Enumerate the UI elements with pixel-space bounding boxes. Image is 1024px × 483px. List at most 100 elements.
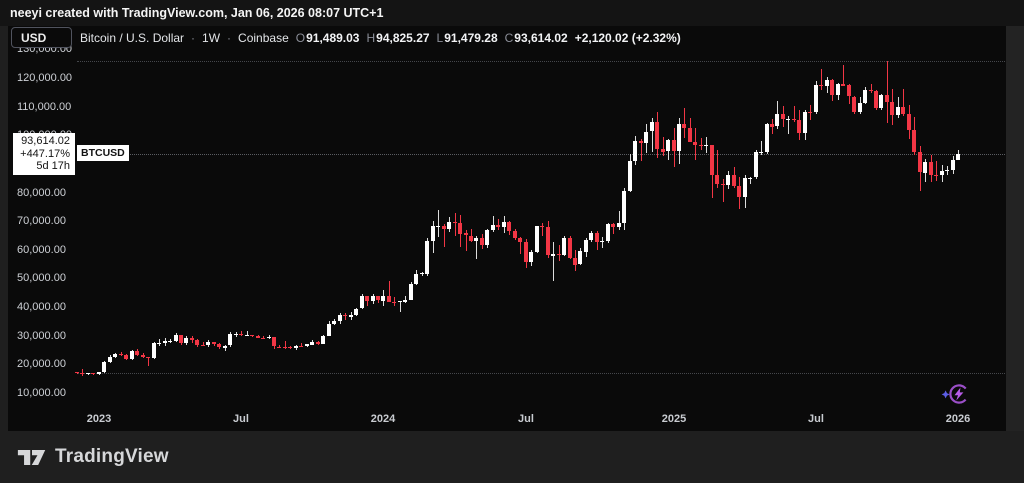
candle-body (879, 95, 883, 108)
candle-body (113, 354, 117, 357)
candle-body (518, 238, 522, 242)
candle-body (146, 357, 150, 358)
candle-body (409, 284, 413, 300)
candle-body (666, 140, 670, 151)
candle-body (343, 315, 347, 316)
ohlc-open: O 91,489.03 (295, 31, 360, 45)
candle-body (940, 171, 944, 175)
candle-body (737, 186, 741, 197)
tradingview-snapshot: neeyi created with TradingView.com, Jan … (0, 0, 1024, 483)
candle-wick (619, 211, 620, 230)
candle-body (748, 178, 752, 179)
separator: · (191, 31, 196, 45)
candle-body (589, 233, 593, 240)
candle-body (485, 230, 489, 245)
interval-label[interactable]: 1W (202, 31, 220, 45)
candle-body (228, 334, 232, 345)
price-axis-label: 30,000.00 (17, 330, 66, 342)
candle-wick (871, 84, 872, 93)
candle-body (535, 226, 539, 252)
candle-body (206, 342, 210, 345)
candle-body (672, 140, 676, 151)
candle-body (578, 251, 582, 264)
candle-body (234, 334, 238, 335)
tradingview-logo[interactable]: TradingView (17, 446, 169, 468)
candle-body (841, 84, 845, 86)
candle-body (75, 372, 79, 373)
candle-wick (843, 65, 844, 86)
candle-body (387, 296, 391, 302)
currency-unit-button[interactable]: USD (11, 27, 72, 48)
candle-body (584, 240, 588, 252)
candle-wick (936, 161, 937, 181)
candle-body (836, 84, 840, 95)
candle-body (907, 114, 911, 130)
candle-wick (455, 213, 456, 236)
replay-boost-icon[interactable] (941, 382, 971, 407)
candle-body (896, 107, 900, 115)
candle-body (80, 373, 84, 374)
candle-body (403, 300, 407, 302)
price-axis-label: 60,000.00 (17, 244, 66, 256)
candle-body (732, 175, 736, 186)
symbol-description[interactable]: Bitcoin / U.S. Dollar (80, 31, 184, 45)
time-axis-label: Jul (808, 413, 824, 425)
candle-body (551, 254, 555, 256)
candle-body (420, 273, 424, 274)
candle-body (754, 152, 758, 177)
candle-wick (438, 210, 439, 237)
candle-body (699, 145, 703, 146)
candle-body (464, 233, 468, 235)
price-line-current-price (77, 154, 1005, 155)
candle-wick (559, 245, 560, 261)
price-line-baseline (77, 373, 1005, 374)
candle-body (775, 114, 779, 126)
candle-body (945, 170, 949, 171)
separator: · (227, 31, 232, 45)
candle-body (825, 80, 829, 86)
candle-body (814, 85, 818, 112)
exchange-label: Coinbase (238, 31, 289, 45)
candle-body (425, 241, 429, 274)
bar-close-countdown: 5d 17h (36, 160, 70, 172)
candle-body (507, 222, 511, 231)
candle-body (354, 309, 358, 315)
candle-body (453, 222, 457, 223)
candle-body (617, 223, 621, 227)
price-axis-label: 120,000.00 (17, 72, 73, 84)
candle-body (168, 341, 172, 342)
candle-body (808, 112, 812, 113)
candle-body (223, 346, 227, 348)
candle-body (458, 223, 462, 234)
time-axis-label: 2025 (661, 413, 687, 425)
candle-body (398, 301, 402, 302)
candle-body (447, 222, 451, 229)
candle-body (108, 357, 112, 362)
candle-body (688, 128, 692, 142)
candle-body (912, 130, 916, 152)
candle-body (316, 342, 320, 344)
candle-body (852, 97, 856, 112)
time-axis-label: Jul (518, 413, 534, 425)
candle-body (890, 102, 894, 115)
candle-body (797, 120, 801, 133)
price-axis-label: 70,000.00 (17, 215, 66, 227)
candle-body (600, 241, 604, 242)
price-axis-label: 40,000.00 (17, 301, 66, 313)
candle-wick (542, 223, 543, 236)
candle-body (693, 142, 697, 145)
candle-body (414, 274, 418, 284)
candle-body (86, 373, 90, 374)
candle-body (294, 346, 298, 348)
candle-body (677, 124, 681, 151)
currency-unit-label: USD (21, 30, 47, 45)
candle-body (628, 161, 632, 191)
candle-body (611, 224, 615, 227)
candle-body (918, 152, 922, 172)
price-axis-label: 10,000.00 (17, 387, 66, 399)
candle-body (267, 337, 271, 338)
candle-body (759, 152, 763, 153)
candle-body (474, 238, 478, 241)
candle-body (929, 162, 933, 175)
candle-body (491, 225, 495, 230)
